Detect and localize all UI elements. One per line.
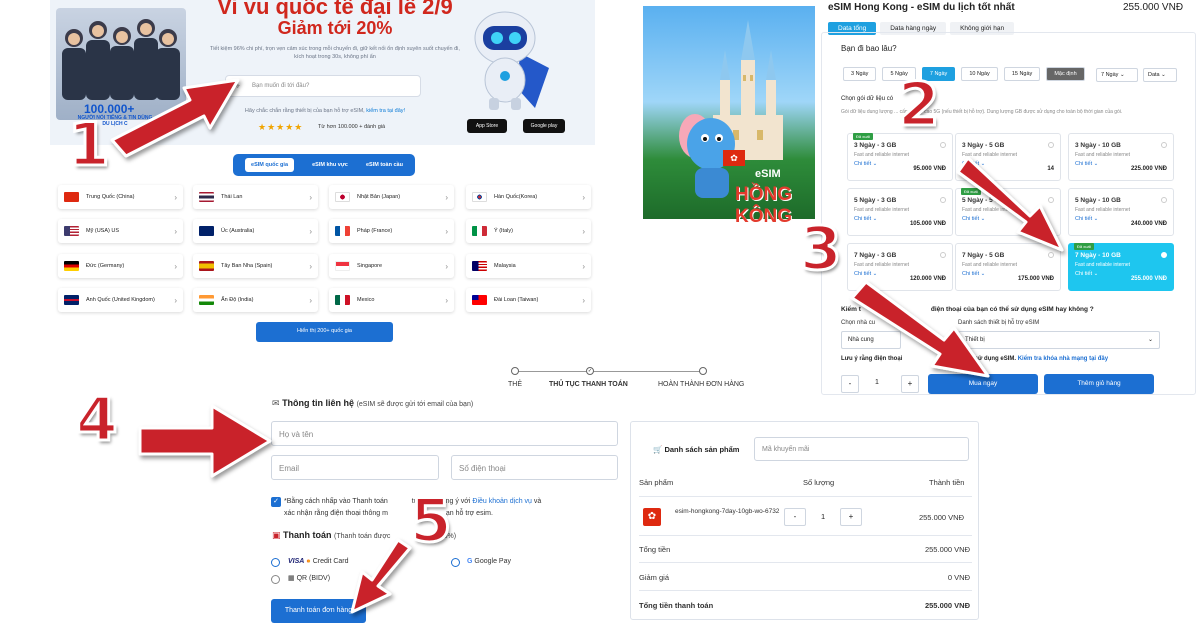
step-number-5: 5 (409, 485, 454, 558)
step-number-1: 1 (67, 109, 112, 182)
annotation-arrows (110, 78, 1064, 614)
step-number-2: 2 (897, 69, 942, 142)
arrow-2 (956, 156, 1064, 252)
arrow-1 (110, 78, 240, 158)
step-number-3: 3 (799, 213, 844, 286)
step-number-4: 4 (75, 384, 120, 457)
arrow-3 (850, 280, 990, 378)
arrow-4 (138, 404, 272, 478)
arrow-5 (350, 538, 412, 614)
